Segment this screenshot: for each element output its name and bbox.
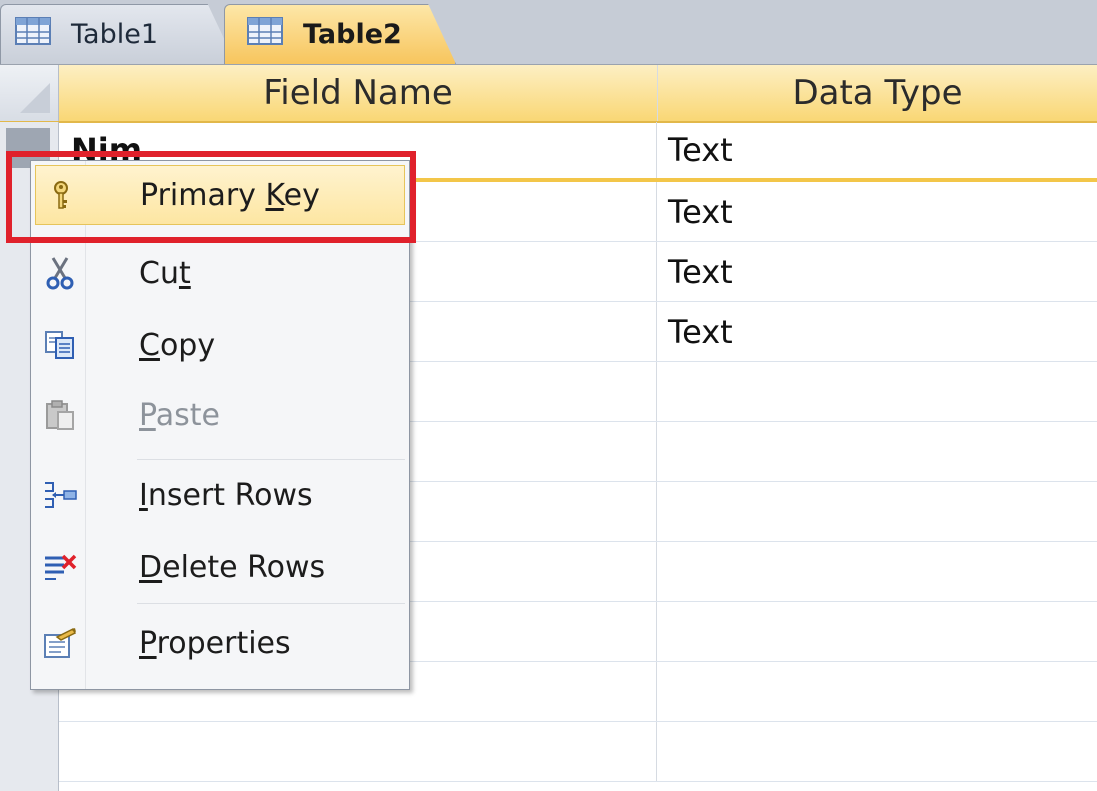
label-text: aste [155, 397, 220, 433]
data-type-cell[interactable]: Text [658, 122, 1097, 178]
accelerator-key: D [139, 549, 163, 585]
paste-icon [35, 399, 85, 431]
insert-rows-icon [35, 480, 85, 510]
menu-separator [137, 603, 405, 604]
data-type-cell[interactable] [658, 362, 1097, 421]
tab-table1[interactable]: Table1 [0, 4, 236, 64]
menu-item-paste[interactable]: Paste [35, 385, 405, 445]
column-header-data-type[interactable]: Data Type [658, 65, 1097, 121]
copy-icon [35, 330, 85, 360]
data-type-cell[interactable] [658, 482, 1097, 541]
data-type-cell[interactable]: Text [658, 242, 1097, 301]
column-header-field-name[interactable]: Field Name [59, 65, 658, 121]
table-row[interactable] [59, 722, 1097, 782]
accelerator-key: P [139, 625, 157, 661]
data-type-cell[interactable] [658, 602, 1097, 661]
table-icon [15, 17, 51, 52]
data-type-cell[interactable] [658, 422, 1097, 481]
data-type-cell[interactable]: Text [658, 302, 1097, 361]
grid-header: Field Name Data Type [0, 65, 1097, 123]
select-all-corner[interactable] [0, 65, 59, 121]
menu-item-label: Delete Rows [139, 550, 325, 585]
label-text: nsert Rows [147, 477, 313, 513]
menu-item-cut[interactable]: Cut [35, 243, 405, 303]
accelerator-key: t [178, 255, 191, 291]
menu-item-label: Properties [139, 626, 291, 661]
field-name-cell[interactable] [59, 722, 657, 781]
properties-icon [35, 627, 85, 659]
menu-item-insert-rows[interactable]: Insert Rows [35, 465, 405, 525]
menu-item-label: Cut [139, 256, 191, 291]
tab-table2[interactable]: Table2 [224, 4, 456, 64]
menu-item-properties[interactable]: Properties [35, 613, 405, 673]
label-text: Cu [139, 255, 179, 291]
data-type-cell[interactable] [658, 542, 1097, 601]
tab-label: Table1 [71, 19, 158, 50]
label-text: roperties [156, 625, 291, 661]
data-type-cell[interactable]: Text [658, 182, 1097, 241]
menu-separator [137, 459, 405, 460]
menu-item-label: Paste [139, 398, 220, 433]
menu-item-label: Copy [139, 328, 215, 363]
menu-item-delete-rows[interactable]: Delete Rows [35, 537, 405, 597]
document-tab-strip: Table1 Table2 [0, 0, 1097, 65]
accelerator-key: C [139, 327, 160, 363]
label-text: elete Rows [162, 549, 326, 585]
data-type-cell[interactable] [658, 662, 1097, 721]
accelerator-key: P [139, 397, 156, 433]
label-text: opy [159, 327, 216, 363]
accelerator-key: I [139, 477, 148, 513]
tab-label: Table2 [303, 19, 402, 50]
data-type-cell[interactable] [658, 722, 1097, 781]
table-icon [247, 17, 283, 52]
highlight-annotation-box [6, 151, 416, 243]
delete-rows-icon [35, 552, 85, 582]
menu-item-label: Insert Rows [139, 478, 313, 513]
menu-item-copy[interactable]: Copy [35, 315, 405, 375]
scissors-icon [35, 256, 85, 290]
